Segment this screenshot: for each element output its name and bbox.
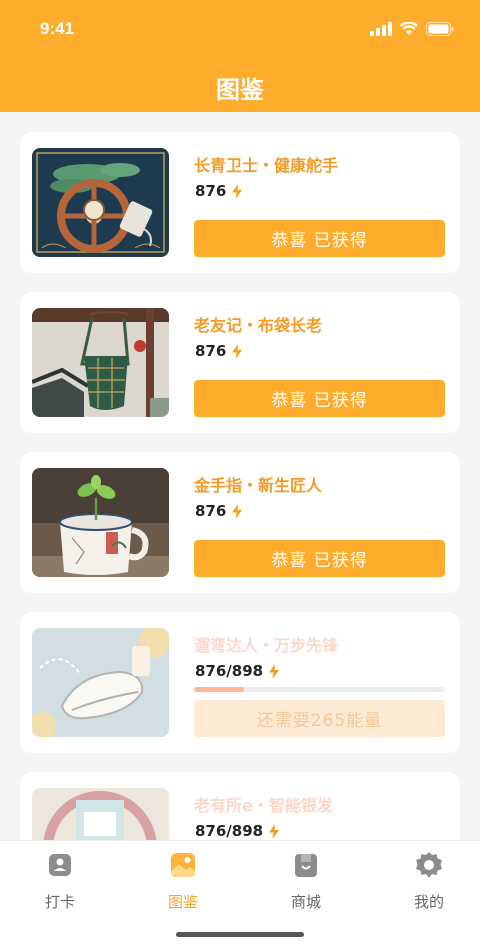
card-item[interactable]: 遛弯达人・万步先锋 876/898 还需要265能量 bbox=[20, 612, 460, 753]
obtained-button[interactable]: 恭喜 已获得 bbox=[194, 220, 445, 257]
tab-label: 商城 bbox=[290, 893, 321, 911]
settings-icon bbox=[416, 852, 442, 878]
tab-mine[interactable]: 我的 bbox=[389, 851, 469, 912]
card-list: 长青卫士・健康舵手 876 恭喜 已获得 老友记・布袋长老 876 恭喜 已获得… bbox=[20, 132, 460, 932]
obtained-button[interactable]: 恭喜 已获得 bbox=[194, 380, 445, 417]
status-icons bbox=[370, 22, 454, 36]
card-item[interactable]: 长青卫士・健康舵手 876 恭喜 已获得 bbox=[20, 132, 460, 273]
tab-label: 我的 bbox=[413, 893, 444, 911]
obtained-button[interactable]: 恭喜 已获得 bbox=[194, 540, 445, 577]
energy-text: 876/898 bbox=[195, 822, 264, 840]
card-title: 长青卫士・健康舵手 bbox=[194, 156, 339, 175]
lightning-icon bbox=[232, 183, 243, 199]
lightning-icon bbox=[232, 503, 243, 519]
checkin-icon bbox=[49, 854, 71, 876]
store-icon bbox=[295, 854, 317, 877]
energy-text: 876 bbox=[195, 182, 227, 200]
gallery-icon bbox=[171, 853, 195, 877]
energy-progress-bar bbox=[194, 687, 445, 692]
card-item[interactable]: 金手指・新生匠人 876 恭喜 已获得 bbox=[20, 452, 460, 593]
energy-text: 876 bbox=[195, 342, 227, 360]
card-image bbox=[32, 308, 169, 417]
energy-progress-fill bbox=[194, 687, 245, 692]
home-indicator bbox=[176, 932, 304, 937]
lightning-icon bbox=[269, 663, 280, 679]
tab-store[interactable]: 商城 bbox=[266, 851, 346, 912]
signal-icon bbox=[370, 22, 392, 36]
card-title: 遛弯达人・万步先锋 bbox=[194, 636, 339, 655]
tab-gallery[interactable]: 图鉴 bbox=[143, 851, 223, 912]
lightning-icon bbox=[232, 343, 243, 359]
energy-text: 876/898 bbox=[195, 662, 264, 680]
tab-label: 打卡 bbox=[44, 893, 75, 911]
energy-value: 876/898 bbox=[195, 662, 280, 680]
page-title: 图鉴 bbox=[216, 76, 264, 104]
tab-bar: 打卡 图鉴 商城 我的 bbox=[0, 840, 480, 947]
energy-value: 876 bbox=[195, 182, 243, 200]
tab-checkin[interactable]: 打卡 bbox=[20, 851, 100, 912]
wifi-icon bbox=[400, 22, 418, 35]
tab-label: 图鉴 bbox=[167, 893, 198, 911]
card-image bbox=[32, 148, 169, 257]
card-title: 老有所e・智能银发 bbox=[194, 796, 333, 815]
battery-icon bbox=[426, 22, 454, 36]
energy-needed-button[interactable]: 还需要265能量 bbox=[194, 700, 445, 737]
lightning-icon bbox=[269, 823, 280, 839]
card-image bbox=[32, 628, 169, 737]
energy-value: 876 bbox=[195, 502, 243, 520]
status-time: 9:41 bbox=[40, 19, 75, 38]
header: 9:41 图鉴 bbox=[0, 0, 480, 112]
card-title: 老友记・布袋长老 bbox=[194, 316, 323, 335]
energy-value: 876 bbox=[195, 342, 243, 360]
card-item[interactable]: 老友记・布袋长老 876 恭喜 已获得 bbox=[20, 292, 460, 433]
energy-text: 876 bbox=[195, 502, 227, 520]
energy-value: 876/898 bbox=[195, 822, 280, 840]
card-image bbox=[32, 468, 169, 577]
card-title: 金手指・新生匠人 bbox=[194, 476, 323, 495]
